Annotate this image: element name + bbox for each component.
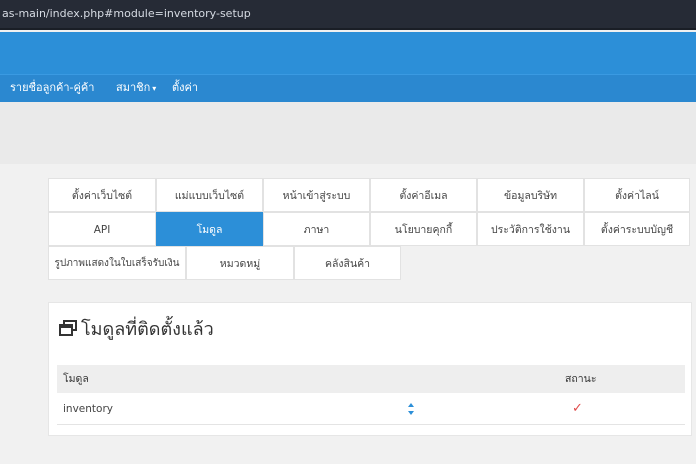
windows-icon	[59, 320, 77, 336]
nav-item-customers[interactable]: รายชื่อลูกค้า-คู่ค้า	[10, 75, 94, 102]
tab-line-settings[interactable]: ตั้งค่าไลน์	[584, 178, 690, 212]
tab-warehouse[interactable]: คลังสินค้า	[294, 246, 401, 280]
top-banner	[0, 32, 696, 74]
nav-item-settings[interactable]: ตั้งค่า	[172, 75, 198, 102]
tab-website-settings[interactable]: ตั้งค่าเว็บไซต์	[48, 178, 156, 212]
tab-accounting-settings[interactable]: ตั้งค่าระบบบัญชี	[584, 212, 690, 246]
tab-website-template[interactable]: แม่แบบเว็บไซต์	[156, 178, 263, 212]
module-name: inventory	[63, 403, 113, 415]
tab-usage-history[interactable]: ประวัติการใช้งาน	[477, 212, 584, 246]
nav-item-label: ตั้งค่า	[172, 81, 199, 94]
tab-cookie-policy[interactable]: นโยบายคุกกี้	[370, 212, 477, 246]
main-navbar: รายชื่อลูกค้า-คู่ค้า สมาชิก ▾ ตั้งค่า	[0, 74, 696, 102]
check-icon: ✓	[572, 401, 583, 416]
table-header: โมดูล สถานะ	[57, 365, 685, 393]
panel-title: โมดูลที่ติดตั้งแล้ว	[59, 317, 214, 343]
nav-item-label: สมาชิก	[116, 81, 151, 94]
chevron-down-icon: ▾	[152, 84, 157, 93]
tab-company-info[interactable]: ข้อมูลบริษัท	[477, 178, 584, 212]
column-header-module: โมดูล	[63, 373, 89, 385]
sort-handle-icon[interactable]	[407, 402, 415, 416]
tab-categories[interactable]: หมวดหมู่	[186, 246, 294, 280]
tab-login-page[interactable]: หน้าเข้าสู่ระบบ	[263, 178, 370, 212]
address-bar[interactable]: as-main/index.php#module=inventory-setup	[0, 0, 696, 30]
tab-modules[interactable]: โมดูล	[156, 212, 263, 246]
column-header-status: สถานะ	[565, 373, 597, 385]
tab-email-settings[interactable]: ตั้งค่าอีเมล	[370, 178, 477, 212]
table-row: inventory ✓	[57, 394, 685, 425]
tab-receipt-image[interactable]: รูปภาพแสดงในใบเสร็จรับเงิน	[48, 246, 186, 280]
nav-item-members[interactable]: สมาชิก ▾	[116, 75, 156, 102]
installed-modules-panel: โมดูลที่ติดตั้งแล้ว โมดูล สถานะ inventor…	[48, 302, 692, 436]
tab-language[interactable]: ภาษา	[263, 212, 370, 246]
page-header-band	[0, 102, 696, 164]
tab-api[interactable]: API	[48, 212, 156, 246]
url-text: as-main/index.php#module=inventory-setup	[2, 7, 251, 20]
nav-item-label: รายชื่อลูกค้า-คู่ค้า	[10, 81, 95, 94]
panel-title-text: โมดูลที่ติดตั้งแล้ว	[81, 319, 214, 340]
